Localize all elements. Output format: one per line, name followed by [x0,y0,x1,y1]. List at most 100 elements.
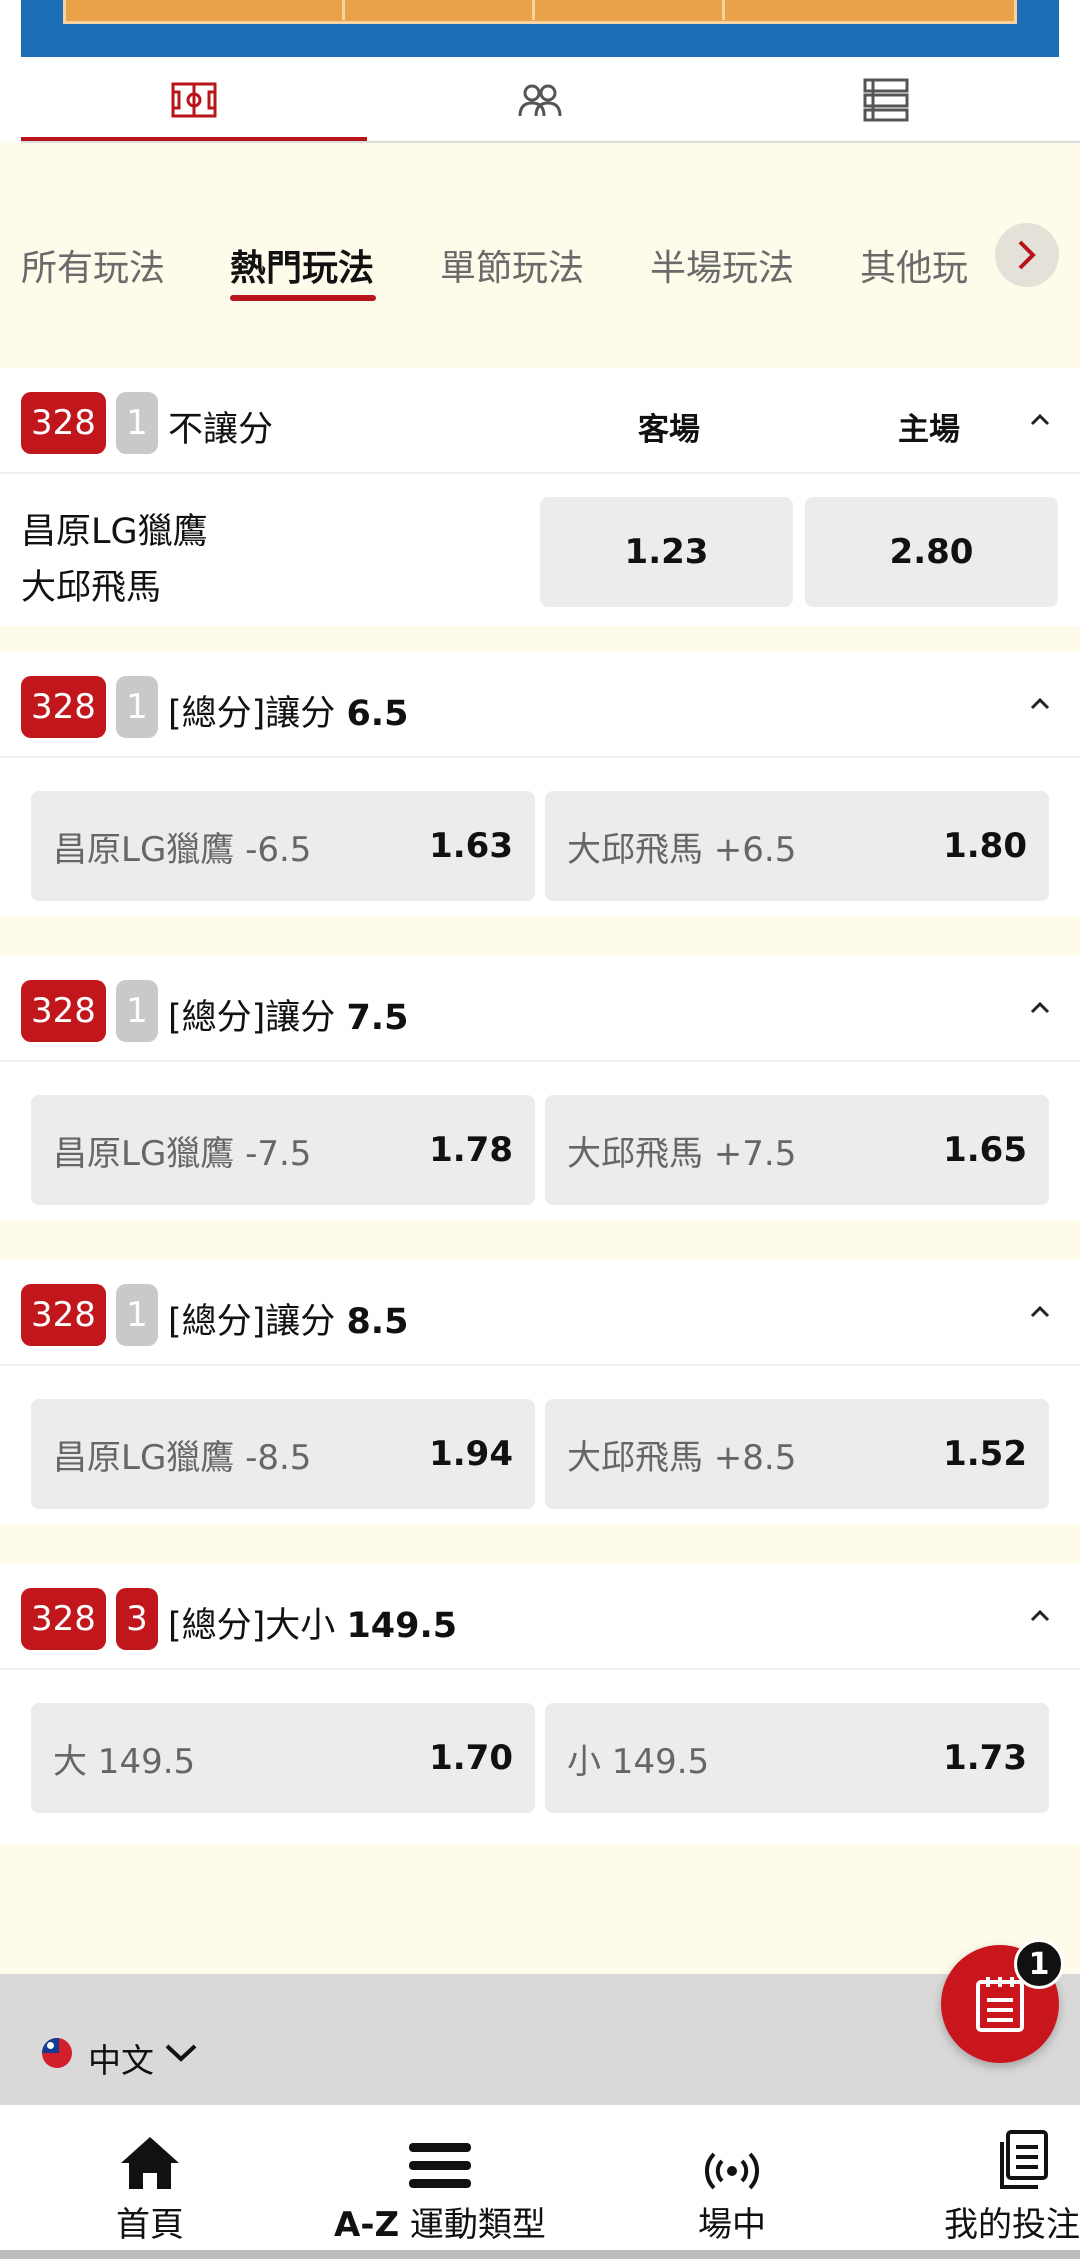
nav-az-sports[interactable]: A-Z 運動類型 [320,2105,560,2259]
odds-value: 1.73 [943,1738,1027,1778]
market-total-points: 328 3 [總分]大小 149.5 大 149.5 1.70 小 149.5 … [0,1564,1080,1844]
market-handicap-6-5: 328 1 [總分]讓分 6.5 昌原LG獵鷹 -6.5 1.63 大邱飛馬 +… [0,652,1080,916]
market-title: [總分]讓分 8.5 [168,1293,408,1344]
tab-players[interactable] [367,57,713,143]
tab-half-bets[interactable]: 半場玩法 [650,239,794,291]
scroll-right-button[interactable] [995,223,1059,287]
market-title-text: [總分]大小 [168,1606,336,1646]
selection-button-left[interactable]: 昌原LG獵鷹 -6.5 1.63 [31,791,535,901]
market-line-value: 6.5 [346,694,409,734]
live-broadcast-icon [705,2152,759,2190]
tab-all-bets[interactable]: 所有玩法 [21,239,165,291]
selection-button-left[interactable]: 昌原LG獵鷹 -8.5 1.94 [31,1399,535,1509]
odds-value: 1.52 [943,1434,1027,1474]
selection-label: 大邱飛馬 +7.5 [567,1133,797,1174]
odds-value: 1.65 [943,1130,1027,1170]
home-icon [121,2137,179,2189]
bet-slip-icon [976,1977,1024,2032]
bet-type-tabs: 所有玩法 熱門玩法 單節玩法 半場玩法 其他玩 [0,163,1080,368]
nav-az-label-bold: A-Z [334,2205,400,2245]
market-moneyline: 328 1 不讓分 客場 主場 昌原LG獵鷹 大邱飛馬 1.23 2.80 [0,368,1080,626]
odds-value: 1.80 [943,826,1027,866]
market-header[interactable]: 328 1 [總分]讓分 6.5 [0,652,1080,758]
court-graphic [0,0,1080,57]
selection-label: 昌原LG獵鷹 -6.5 [53,829,312,870]
court-floor [63,0,1017,24]
market-line-value: 149.5 [346,1606,458,1646]
selection-label: 昌原LG獵鷹 -7.5 [53,1133,312,1174]
collapse-icon[interactable] [1028,1604,1052,1628]
bottom-navigation: 首頁 A-Z 運動類型 場中 我的投注 [0,2104,1080,2259]
odds-value: 1.63 [429,826,513,866]
period-badge: 1 [116,392,158,454]
chevron-right-icon [1018,240,1036,270]
market-line-value: 8.5 [346,1302,409,1342]
market-header[interactable]: 328 3 [總分]大小 149.5 [0,1564,1080,1670]
collapse-icon[interactable] [1028,692,1052,716]
nav-live[interactable]: 場中 [622,2105,842,2259]
match-code-badge: 328 [21,676,106,738]
collapse-icon[interactable] [1028,408,1052,432]
away-team-name: 昌原LG獵鷹 [21,512,208,552]
tab-popular-bets[interactable]: 熱門玩法 [230,239,374,291]
collapse-icon[interactable] [1028,996,1052,1020]
collapse-icon[interactable] [1028,1300,1052,1324]
nav-my-bets[interactable]: 我的投注 [944,2105,1080,2259]
language-bar [0,1974,1080,2104]
selection-button-left[interactable]: 昌原LG獵鷹 -7.5 1.78 [31,1095,535,1205]
selection-button-over[interactable]: 大 149.5 1.70 [31,1703,535,1813]
nav-my-bets-label: 我的投注 [944,2205,1080,2245]
tabs-baseline [21,141,1080,143]
court-line [532,0,535,20]
market-title: 不讓分 [168,410,274,450]
match-code-badge: 328 [21,1588,106,1650]
selection-label: 大邱飛馬 +6.5 [567,829,797,870]
selection-button-right[interactable]: 大邱飛馬 +8.5 1.52 [545,1399,1049,1509]
active-tab-indicator [230,295,376,301]
view-tabs [0,57,1080,143]
nav-az-label-text: 運動類型 [399,2205,546,2245]
selection-button-right[interactable]: 大邱飛馬 +6.5 1.80 [545,791,1049,901]
market-handicap-7-5: 328 1 [總分]讓分 7.5 昌原LG獵鷹 -7.5 1.78 大邱飛馬 +… [0,956,1080,1220]
odds-value: 2.80 [889,532,974,572]
market-header[interactable]: 328 1 [總分]讓分 8.5 [0,1260,1080,1366]
market-title: [總分]大小 149.5 [168,1597,457,1648]
team-names: 昌原LG獵鷹 大邱飛馬 [21,504,208,616]
odds-value: 1.23 [624,532,709,572]
market-line-value: 7.5 [346,998,409,1038]
match-code-badge: 328 [21,392,106,454]
away-column-header: 客場 [638,412,700,448]
home-odds-button[interactable]: 2.80 [805,497,1058,607]
period-badge: 1 [116,1284,158,1346]
market-header[interactable]: 328 1 [總分]讓分 7.5 [0,956,1080,1062]
match-code-badge: 328 [21,980,106,1042]
players-icon [518,84,562,117]
market-title: [總分]讓分 6.5 [168,685,408,736]
market-header[interactable]: 328 1 不讓分 客場 主場 [0,368,1080,474]
odds-value: 1.70 [429,1738,513,1778]
language-selector[interactable]: 中文 [88,2034,154,2082]
selection-button-under[interactable]: 小 149.5 1.73 [545,1703,1049,1813]
court-line [722,0,725,20]
tab-quarter-bets[interactable]: 單節玩法 [440,239,584,291]
system-gesture-bar [0,2250,1080,2259]
market-title: [總分]讓分 7.5 [168,989,408,1040]
my-bets-icon [1000,2130,1048,2189]
tab-other-bets[interactable]: 其他玩 [860,239,968,291]
selection-button-right[interactable]: 大邱飛馬 +7.5 1.65 [545,1095,1049,1205]
period-badge: 1 [116,676,158,738]
tab-court-view[interactable] [21,57,367,143]
home-column-header: 主場 [898,412,960,448]
nav-live-label: 場中 [698,2205,766,2245]
tab-list[interactable] [713,57,1059,143]
nav-home[interactable]: 首頁 [40,2105,260,2259]
away-odds-button[interactable]: 1.23 [540,497,793,607]
market-title-text: [總分]讓分 [168,694,336,734]
chevron-down-icon[interactable] [164,2042,198,2064]
odds-value: 1.78 [429,1130,513,1170]
court-background [21,0,1059,57]
market-title-text: [總分]讓分 [168,1302,336,1342]
match-code-badge: 328 [21,1284,106,1346]
basketball-court-icon [171,82,217,118]
selection-label: 小 149.5 [567,1741,710,1782]
